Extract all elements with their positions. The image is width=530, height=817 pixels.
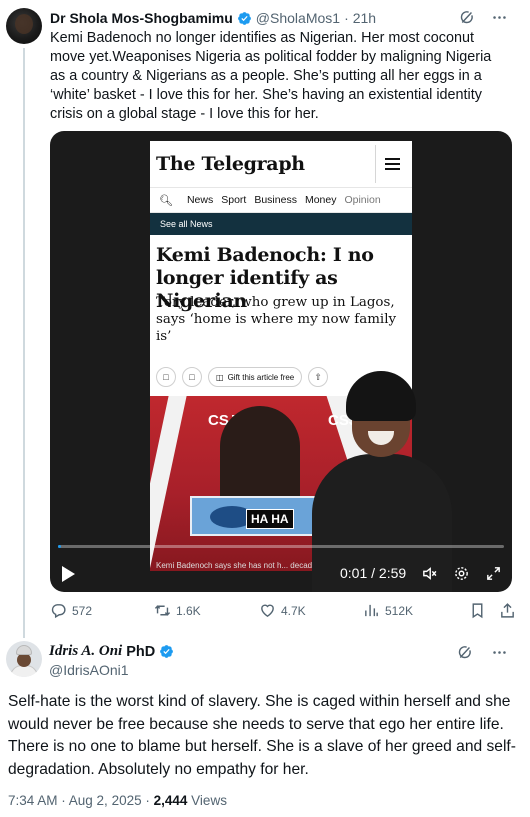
- gift-article-button: ◫ Gift this article free: [208, 367, 303, 387]
- more-icon[interactable]: [491, 644, 508, 661]
- video-time-total: 2:59: [378, 565, 407, 581]
- header-actions: [456, 644, 508, 661]
- play-icon[interactable]: [62, 566, 75, 582]
- settings-icon[interactable]: [453, 565, 470, 582]
- author-suffix[interactable]: PhD: [126, 644, 155, 660]
- tweet-actions: 572 1.6K 4.7K 512K: [50, 602, 514, 622]
- verified-badge-icon: [237, 11, 251, 25]
- avatar[interactable]: [6, 8, 42, 44]
- header-actions: [458, 9, 508, 26]
- article-tools: □ □ ◫ Gift this article free ⇧: [156, 367, 329, 387]
- author-name[interactable]: Dr Shola Mos-Shogbamimu: [50, 10, 233, 26]
- repost-icon: [154, 605, 171, 616]
- bookmark-icon: [472, 603, 483, 619]
- tweet-text: Self-hate is the worst kind of slavery. …: [8, 693, 516, 778]
- nav-item: Sport: [221, 194, 247, 206]
- reply-icon: [51, 604, 66, 619]
- article-nav: 🔍︎ News Sport Business Money Opinion: [150, 187, 412, 213]
- video-controls: 0:01 / 2:59: [50, 556, 512, 592]
- fullscreen-icon[interactable]: [485, 565, 502, 582]
- author-handle[interactable]: @SholaMos1: [256, 10, 340, 26]
- like-count: 4.7K: [281, 603, 306, 618]
- article-subheadline: Tory leader, who grew up in Lagos, says …: [156, 295, 397, 344]
- more-icon[interactable]: [491, 9, 508, 26]
- video-icons: [421, 565, 502, 582]
- like-icon: [261, 604, 274, 618]
- bookmark-button[interactable]: [469, 602, 486, 619]
- avatar[interactable]: [6, 641, 42, 677]
- comment-icon: □: [182, 367, 202, 387]
- grok-icon[interactable]: [458, 9, 475, 26]
- avatar-cap: [16, 645, 32, 655]
- reply-button[interactable]: 572: [50, 602, 92, 619]
- separator-dot: ·: [344, 10, 349, 26]
- grok-icon[interactable]: [456, 644, 473, 661]
- author-name[interactable]: Idris A. Oni: [49, 643, 122, 660]
- post-time[interactable]: 21h: [353, 10, 376, 26]
- video-player[interactable]: The Telegraph 🔍︎ News Sport Business Mon…: [50, 131, 512, 592]
- telegraph-logo: The Telegraph: [156, 153, 305, 175]
- author-name-row: Idris A. Oni PhD: [49, 643, 174, 660]
- video-time: 0:01 / 2:59: [340, 565, 406, 581]
- volume-icon[interactable]: [421, 565, 438, 582]
- reply-count: 572: [72, 603, 93, 618]
- views-count: 512K: [385, 603, 414, 618]
- gift-icon: ◫: [216, 372, 224, 382]
- views-button[interactable]: 512K: [363, 602, 413, 619]
- video-time-separator: /: [371, 565, 376, 581]
- like-button[interactable]: 4.7K: [259, 602, 306, 619]
- author-handle[interactable]: @IdrisAOni1: [49, 662, 129, 678]
- creator-hair: [346, 371, 416, 421]
- nav-item: Business: [254, 194, 297, 206]
- video-progress-bar[interactable]: [58, 545, 504, 548]
- gift-label: Gift this article free: [227, 372, 295, 382]
- video-progress-fill: [58, 545, 61, 548]
- menu-icon: [385, 158, 400, 170]
- nav-item: Opinion: [344, 194, 381, 206]
- share-icon: [501, 603, 514, 618]
- views-label: Views: [191, 793, 227, 808]
- repost-count: 1.6K: [176, 603, 201, 618]
- verified-badge-icon: [160, 645, 174, 658]
- bookmark-icon: □: [156, 367, 176, 387]
- tweet-main: Idris A. Oni PhD @IdrisAOni1 Self-hate i…: [0, 636, 530, 817]
- nav-item: News: [186, 194, 214, 206]
- nav-item: Money: [304, 194, 337, 206]
- views-count: 2,444: [153, 793, 188, 808]
- avatar-face: [17, 653, 31, 667]
- see-all-bar: See all News: [150, 213, 412, 235]
- repost-button[interactable]: 1.6K: [154, 602, 201, 619]
- search-icon: 🔍︎: [159, 194, 173, 207]
- divider: [375, 145, 376, 183]
- tweet-meta: 7:34 AM · Aug 2, 2025 · 2,444 Views: [8, 793, 227, 808]
- video-time-current: 0:01: [340, 565, 368, 581]
- tweet-quoted[interactable]: Dr Shola Mos-Shogbamimu @SholaMos1 · 21h…: [0, 0, 530, 638]
- thread-line: [23, 48, 25, 638]
- tweet-header: Dr Shola Mos-Shogbamimu @SholaMos1 · 21h: [50, 9, 376, 27]
- share-button[interactable]: [499, 602, 516, 619]
- tweet-text: Kemi Badenoch no longer identifies as Ni…: [50, 30, 492, 122]
- overlay-caption: HA HA: [246, 509, 294, 529]
- views-icon: [365, 604, 378, 617]
- post-timestamp[interactable]: 7:34 AM · Aug 2, 2025 ·: [8, 793, 150, 808]
